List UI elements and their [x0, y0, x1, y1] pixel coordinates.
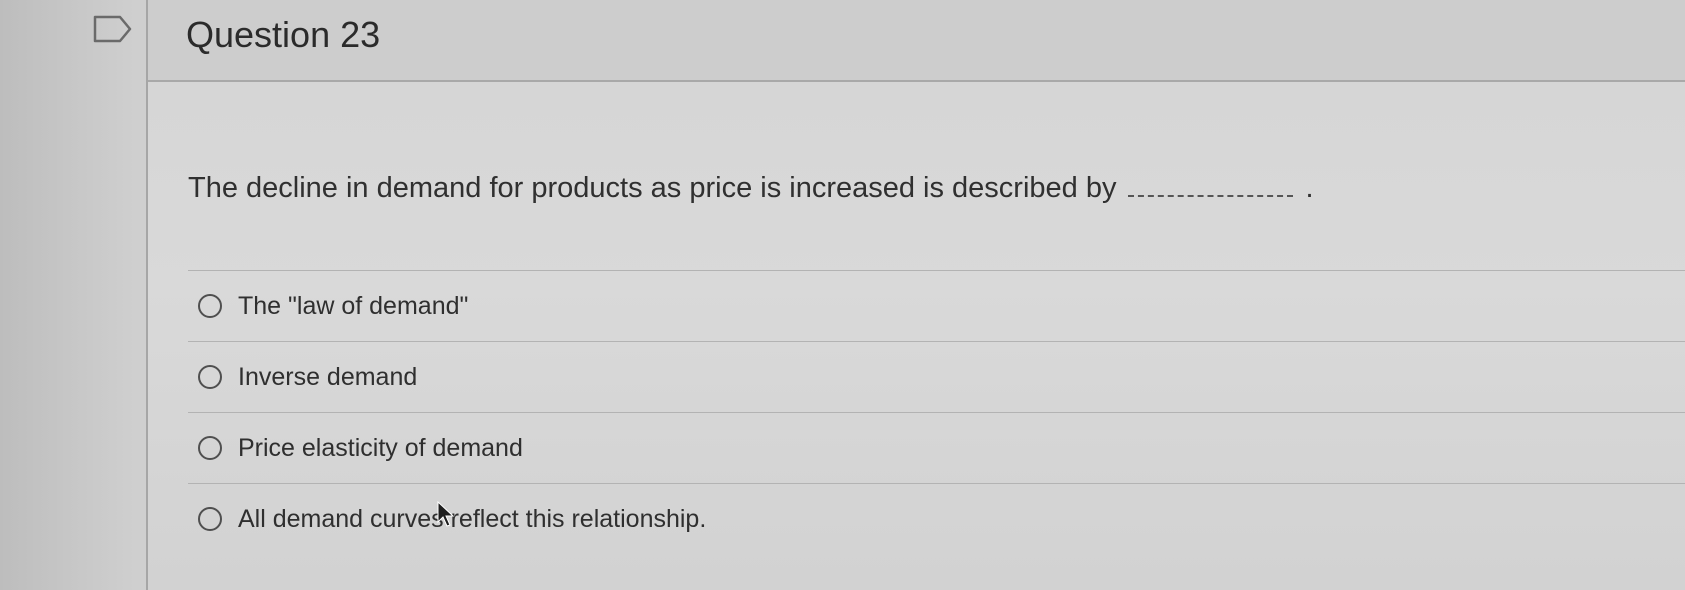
question-prompt-end: . — [1305, 172, 1314, 204]
answer-option-price-elasticity[interactable]: Price elasticity of demand — [188, 412, 1685, 483]
answer-list: The "law of demand" Inverse demand Price… — [188, 270, 1685, 554]
question-title: Question 23 — [186, 14, 381, 55]
question-body: The decline in demand for products as pr… — [148, 82, 1685, 590]
answer-label: Inverse demand — [238, 362, 418, 391]
radio-unselected-icon[interactable] — [198, 365, 222, 389]
answer-label: The "law of demand" — [238, 291, 469, 320]
answer-option-all-demand-curves[interactable]: All demand curves reflect this relations… — [188, 483, 1685, 554]
question-prompt-text: The decline in demand for products as pr… — [188, 172, 1117, 204]
answer-blank — [1128, 173, 1294, 197]
answer-label: Price elasticity of demand — [238, 433, 523, 462]
mouse-pointer-icon — [437, 500, 455, 527]
answer-option-inverse-demand[interactable]: Inverse demand — [188, 341, 1685, 412]
radio-unselected-icon[interactable] — [198, 507, 222, 531]
flag-question-icon[interactable] — [93, 14, 133, 44]
answer-label: All demand curves reflect this relations… — [238, 504, 707, 533]
radio-unselected-icon[interactable] — [198, 294, 222, 318]
question-header: Question 23 — [148, 0, 1685, 82]
radio-unselected-icon[interactable] — [198, 436, 222, 460]
answer-option-law-of-demand[interactable]: The "law of demand" — [188, 270, 1685, 341]
question-prompt: The decline in demand for products as pr… — [188, 172, 1314, 205]
